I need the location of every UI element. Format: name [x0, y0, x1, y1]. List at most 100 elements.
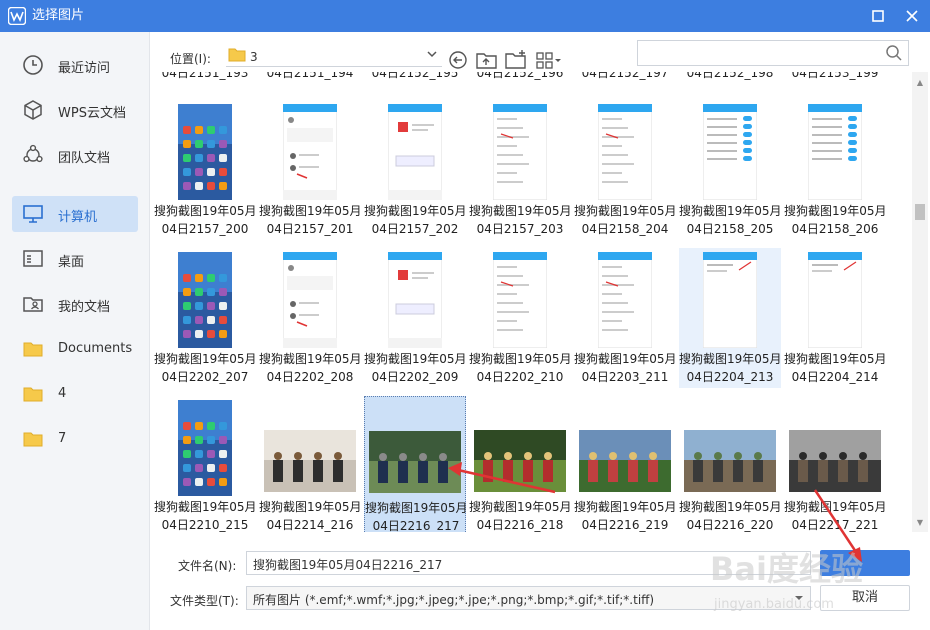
sidebar-item-label: Documents: [58, 341, 133, 356]
clock-icon: [23, 55, 43, 75]
file-thumbnail: [703, 252, 757, 348]
file-thumbnail: [388, 104, 442, 200]
file-name-line1: 搜狗截图19年05月: [154, 500, 257, 514]
file-name-line1: 搜狗截图19年05月: [784, 500, 887, 514]
wps-logo-icon: [8, 7, 26, 25]
file-thumbnail: [598, 104, 652, 200]
file-thumbnail: [579, 430, 671, 492]
file-item[interactable]: 搜狗截图19年05月 04日2216_218: [469, 396, 572, 532]
close-icon[interactable]: [902, 6, 922, 26]
file-item[interactable]: 搜狗截图19年05月 04日2204_213: [679, 248, 782, 388]
file-name-label[interactable]: 04日2152_198: [679, 72, 781, 81]
sidebar-item-team-docs[interactable]: 团队文档: [12, 137, 138, 173]
title-bar: 选择图片: [0, 0, 930, 32]
file-item[interactable]: 搜狗截图19年05月 04日2158_204: [574, 100, 677, 240]
file-item[interactable]: 搜狗截图19年05月 04日2204_214: [784, 248, 887, 388]
file-item[interactable]: 搜狗截图19年05月 04日2217_221: [784, 396, 887, 532]
vertical-scrollbar[interactable]: ▲ ▼: [912, 72, 928, 532]
file-thumbnail: [808, 252, 862, 348]
file-name-line1: 搜狗截图19年05月: [574, 204, 677, 218]
file-name-line2: 04日2214_216: [266, 518, 354, 532]
file-item[interactable]: 搜狗截图19年05月 04日2157_201: [259, 100, 362, 240]
file-name-line2: 04日2202_208: [266, 370, 354, 384]
file-item[interactable]: 搜狗截图19年05月 04日2157_202: [364, 100, 467, 240]
file-name-label[interactable]: 04日2153_199: [784, 72, 886, 81]
file-name-line2: 04日2157_200: [161, 222, 249, 236]
file-item-selected[interactable]: 搜狗截图19年05月 04日2216_217: [364, 396, 468, 532]
file-thumbnail: [474, 430, 566, 492]
maximize-icon[interactable]: [868, 6, 888, 26]
sidebar-item-my-docs[interactable]: 我的文档: [12, 286, 138, 322]
file-name-line2: 04日2216_217: [372, 519, 460, 532]
file-name-line1: 搜狗截图19年05月: [679, 352, 782, 366]
file-name-line1: 搜狗截图19年05月: [154, 204, 257, 218]
file-name-line2: 04日2204_213: [686, 370, 774, 384]
filetype-label: 文件类型(T):: [170, 594, 239, 608]
parent-folder-icon[interactable]: [475, 49, 499, 71]
file-item[interactable]: 搜狗截图19年05月 04日2202_208: [259, 248, 362, 388]
file-name-label[interactable]: 04日2152_196: [469, 72, 571, 81]
location-dropdown[interactable]: 3: [226, 45, 442, 67]
search-input[interactable]: [637, 40, 909, 66]
file-name-label[interactable]: 04日2152_195: [364, 72, 466, 81]
file-item[interactable]: 搜狗截图19年05月 04日2216_219: [574, 396, 677, 532]
file-name-line2: 04日2158_206: [791, 222, 879, 236]
file-name-line1: 搜狗截图19年05月: [574, 352, 677, 366]
scroll-thumb[interactable]: [915, 204, 925, 220]
file-item[interactable]: 搜狗截图19年05月 04日2158_206: [784, 100, 887, 240]
file-thumbnail: [598, 252, 652, 348]
file-name-line1: 搜狗截图19年05月: [259, 352, 362, 366]
svg-text:jingyan.baidu.com: jingyan.baidu.com: [713, 597, 834, 612]
monitor-icon: [23, 205, 43, 223]
chevron-down-icon: [427, 51, 437, 58]
baidu-jingyan-watermark: Bai度经验 jingyan.baidu.com: [710, 550, 863, 612]
sidebar-item-computer[interactable]: 计算机: [12, 196, 138, 232]
sidebar-item-folder-4[interactable]: 4: [12, 376, 138, 412]
file-thumbnail: [493, 104, 547, 200]
sidebar-item-wps-cloud[interactable]: WPS云文档: [12, 92, 138, 128]
file-name-label[interactable]: 04日2151_193: [154, 72, 256, 81]
file-thumbnail: [388, 252, 442, 348]
file-thumbnail: [178, 104, 232, 200]
back-icon[interactable]: [447, 49, 471, 71]
svg-text:Bai度经验: Bai度经验: [710, 550, 863, 588]
sidebar-item-folder-7[interactable]: 7: [12, 421, 138, 457]
file-name-line2: 04日2158_204: [581, 222, 669, 236]
file-item[interactable]: 搜狗截图19年05月 04日2202_210: [469, 248, 572, 388]
file-name-line1: 搜狗截图19年05月: [154, 352, 257, 366]
user-folder-icon: [23, 297, 43, 312]
file-name-line1: 搜狗截图19年05月: [784, 204, 887, 218]
file-thumbnail: [283, 104, 337, 200]
sidebar-item-documents[interactable]: Documents: [12, 331, 138, 367]
scroll-up-icon[interactable]: ▲: [915, 78, 925, 88]
file-item[interactable]: 搜狗截图19年05月 04日2203_211: [574, 248, 677, 388]
file-name-line1: 搜狗截图19年05月: [784, 352, 887, 366]
sidebar-item-recent[interactable]: 最近访问: [12, 47, 138, 83]
scroll-down-icon[interactable]: ▼: [915, 518, 925, 528]
location-path: 3: [250, 50, 258, 64]
file-name-label[interactable]: 04日2152_197: [574, 72, 676, 81]
file-name-label[interactable]: 04日2151_194: [259, 72, 361, 81]
desktop-icon: [23, 250, 43, 267]
file-thumbnail: [369, 431, 461, 493]
file-item[interactable]: 搜狗截图19年05月 04日2157_200: [154, 100, 257, 240]
new-folder-icon[interactable]: [504, 49, 528, 71]
location-label: 位置(I):: [170, 52, 211, 66]
sidebar-item-label: WPS云文档: [58, 106, 126, 121]
file-item[interactable]: 搜狗截图19年05月 04日2157_203: [469, 100, 572, 240]
file-name-line2: 04日2203_211: [581, 370, 669, 384]
folder-icon: [23, 387, 43, 402]
file-item[interactable]: 搜狗截图19年05月 04日2202_209: [364, 248, 467, 388]
file-name-line2: 04日2216_218: [476, 518, 564, 532]
sidebar-item-desktop[interactable]: 桌面: [12, 241, 138, 277]
file-thumbnail: [283, 252, 337, 348]
file-item[interactable]: 搜狗截图19年05月 04日2214_216: [259, 396, 362, 532]
search-icon[interactable]: [885, 44, 903, 62]
file-item[interactable]: 搜狗截图19年05月 04日2216_220: [679, 396, 782, 532]
view-mode-icon[interactable]: [535, 49, 563, 71]
sidebar-item-label: 计算机: [58, 210, 98, 225]
file-item[interactable]: 搜狗截图19年05月 04日2210_215: [154, 396, 257, 532]
file-name-line2: 04日2216_219: [581, 518, 669, 532]
file-item[interactable]: 搜狗截图19年05月 04日2202_207: [154, 248, 257, 388]
file-item[interactable]: 搜狗截图19年05月 04日2158_205: [679, 100, 782, 240]
